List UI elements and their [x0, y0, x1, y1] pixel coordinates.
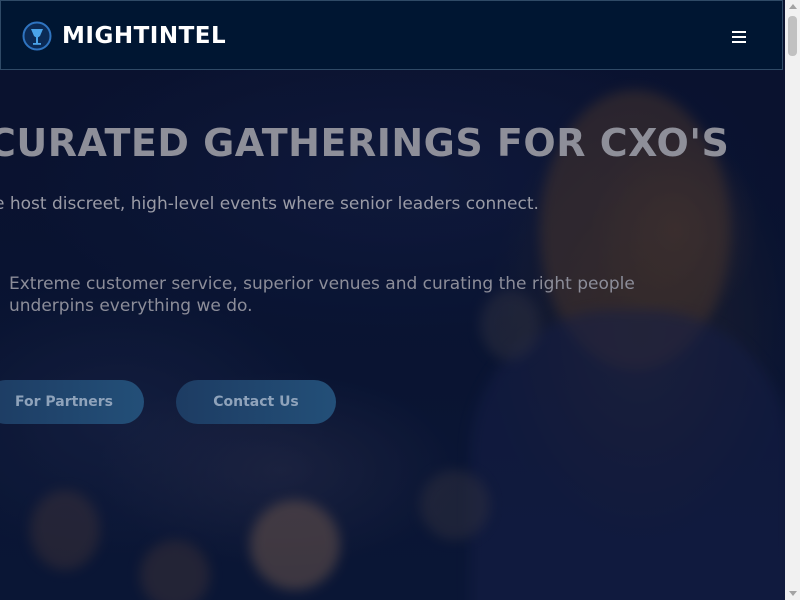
scroll-down-arrow-icon[interactable] [789, 591, 797, 596]
top-navbar: MIGHTINTEL [0, 0, 783, 70]
vertical-scrollbar[interactable] [785, 0, 800, 600]
wine-glass-icon[interactable] [22, 21, 52, 51]
brand-name[interactable]: MIGHTINTEL [62, 21, 226, 51]
hero-title: CURATED GATHERINGS FOR CXO'S [0, 121, 730, 165]
for-partners-button[interactable]: For Partners [0, 380, 144, 424]
hero-paragraph: Extreme customer service, superior venue… [9, 274, 635, 316]
scroll-up-arrow-icon[interactable] [789, 4, 797, 9]
contact-us-button[interactable]: Contact Us [176, 380, 336, 424]
hero-subtitle: e host discreet, high-level events where… [0, 194, 539, 214]
page-viewport: MIGHTINTEL CURATED GATHERINGS FOR CXO'S … [0, 0, 785, 600]
hamburger-icon[interactable] [730, 28, 748, 44]
scrollbar-thumb[interactable] [788, 16, 797, 56]
